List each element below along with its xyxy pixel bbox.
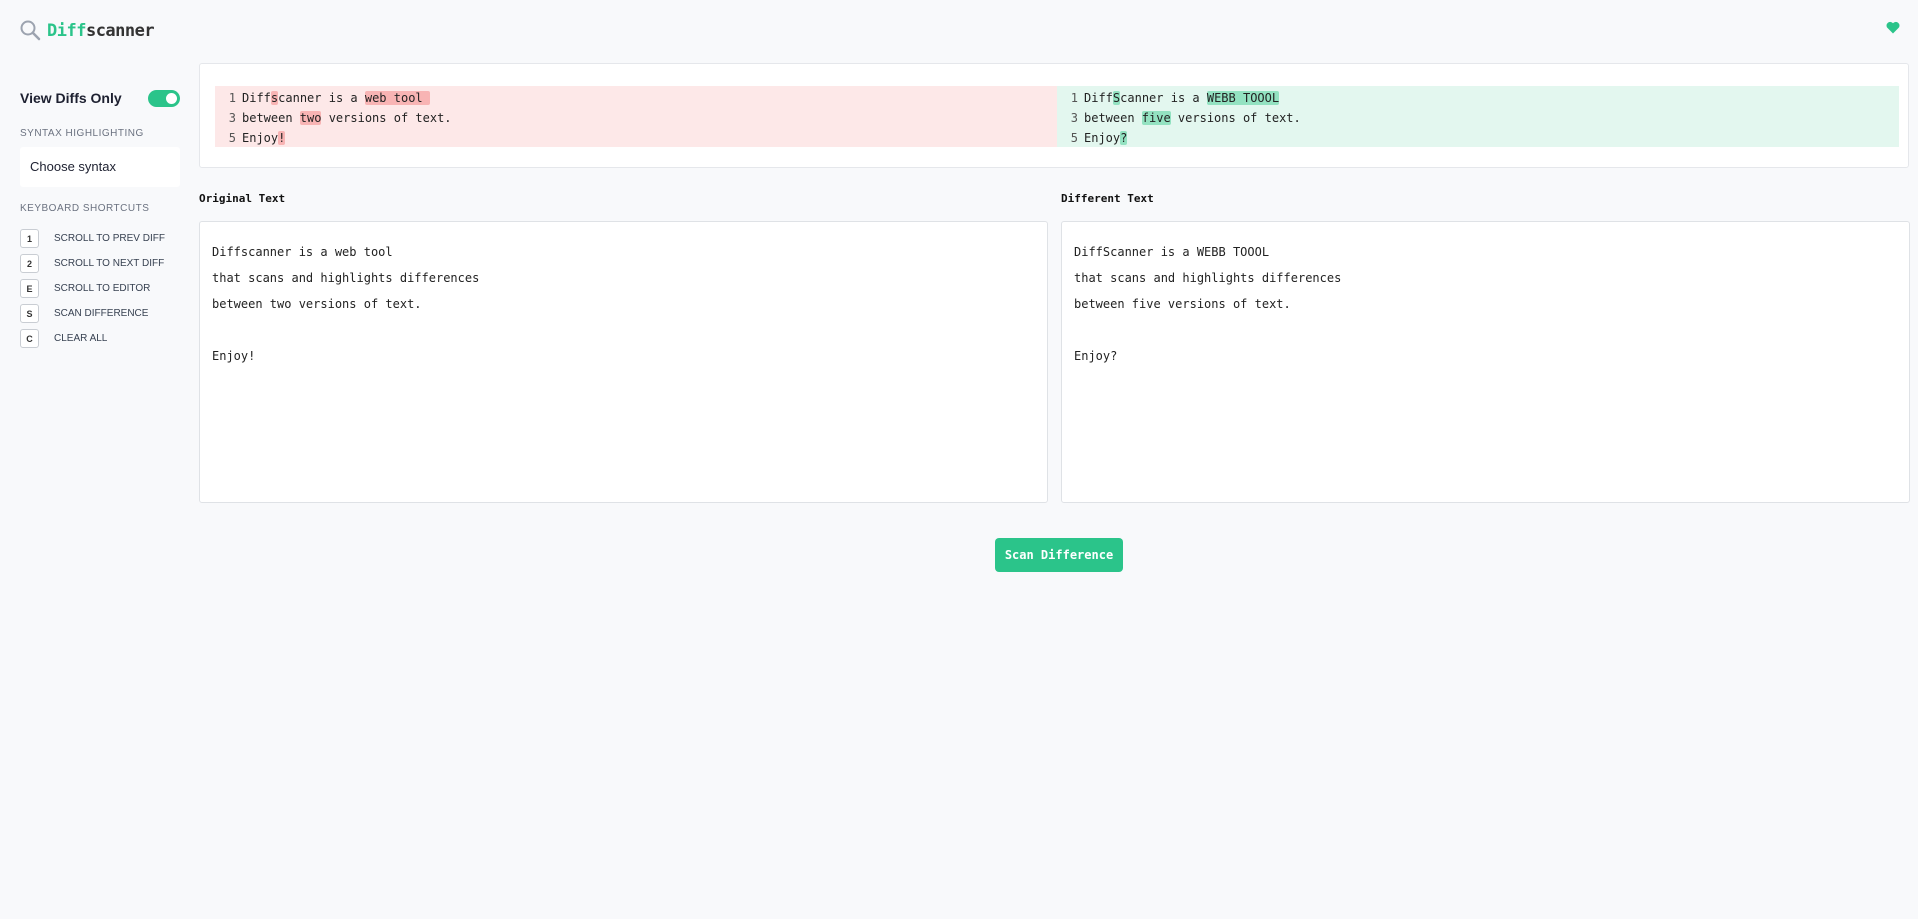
shortcuts-list: 1 SCROLL TO PREV DIFF 2 SCROLL TO NEXT D… <box>20 226 180 351</box>
diff-line: 5 Enjoy! <box>215 128 1057 148</box>
shortcut-label: SCROLL TO EDITOR <box>54 283 151 294</box>
diff-line-text: Enjoy? <box>1084 128 1128 148</box>
shortcut-next-diff: 2 SCROLL TO NEXT DIFF <box>20 251 180 276</box>
diff-line: 1 DiffScanner is a WEBB TOOOL <box>1057 88 1899 108</box>
diff-line: 5 Enjoy? <box>1057 128 1899 148</box>
shortcut-prev-diff: 1 SCROLL TO PREV DIFF <box>20 226 180 251</box>
line-number: 3 <box>228 111 236 125</box>
editor-line: between five versions of text. <box>1074 297 1291 311</box>
different-text-label: Different Text <box>1061 192 1154 205</box>
header: Diffscanner <box>0 0 1918 62</box>
shortcut-key: 1 <box>20 229 39 248</box>
text-segment: between <box>242 111 300 125</box>
editor-line: Enjoy! <box>212 349 256 363</box>
diff-line: 3 between five versions of text. <box>1057 108 1899 128</box>
shortcut-key: E <box>20 279 39 298</box>
line-number: 3 <box>1070 111 1078 125</box>
scan-difference-button[interactable]: Scan Difference <box>995 538 1123 572</box>
shortcut-key: C <box>20 329 39 348</box>
diff-line-text: Enjoy! <box>242 128 286 148</box>
diff-different-side: 1 DiffScanner is a WEBB TOOOL 3 between fiv… <box>1057 86 1899 147</box>
editor-line: DiffScanner is a WEBB TOOOL <box>1074 245 1270 259</box>
view-diffs-label: View Diffs Only <box>20 90 122 106</box>
diff-line-text: DiffScanner is a WEBB TOOOL <box>1084 88 1280 108</box>
editor-line: Diffscanner is a web tool <box>212 245 393 259</box>
editor-line: Enjoy? <box>1074 349 1118 363</box>
sidebar: View Diffs Only SYNTAX HIGHLIGHTING Choo… <box>20 84 180 351</box>
heart-icon[interactable] <box>1886 21 1900 39</box>
text-segment: canner is a <box>278 91 365 105</box>
deleted-segment: web tool <box>364 91 430 105</box>
deleted-segment: two <box>299 111 322 125</box>
logo-diff: Diff <box>47 20 86 41</box>
toggle-knob <box>166 92 177 104</box>
text-segment: Enjoy <box>1084 131 1121 145</box>
deleted-segment: ! <box>278 131 286 145</box>
text-segment: Diff <box>1084 91 1113 105</box>
diff-result-panel: 1 Diffscanner is a web tool 3 between two … <box>199 63 1909 168</box>
added-segment: five <box>1141 111 1171 125</box>
shortcut-label: SCAN DIFFERENCE <box>54 308 149 319</box>
added-segment: ? <box>1120 131 1128 145</box>
shortcuts-section-title: KEYBOARD SHORTCUTS <box>20 203 150 214</box>
diff-line: 1 Diffscanner is a web tool <box>215 88 1057 108</box>
logo-scanner: scanner <box>85 20 155 41</box>
shortcut-key: S <box>20 304 39 323</box>
logo-text: Diffscanner <box>47 20 155 41</box>
text-segment: versions of text. <box>1170 111 1301 125</box>
line-number: 5 <box>1070 131 1078 145</box>
diff-line-text: Diffscanner is a web tool <box>242 88 430 108</box>
magnifier-icon <box>20 20 41 41</box>
different-text-editor[interactable]: DiffScanner is a WEBB TOOOL that scans an… <box>1061 221 1910 503</box>
diff-line: 3 between two versions of text. <box>215 108 1057 128</box>
editor-line: that scans and highlights differences <box>212 271 480 285</box>
view-diffs-row: View Diffs Only <box>20 84 180 112</box>
syntax-section-title: SYNTAX HIGHLIGHTING <box>20 128 144 139</box>
line-number: 1 <box>1070 91 1078 105</box>
text-segment: versions of text. <box>321 111 452 125</box>
original-text-label: Original Text <box>199 192 286 205</box>
editor-line: between two versions of text. <box>212 297 422 311</box>
text-segment: between <box>1084 111 1142 125</box>
text-segment: Diff <box>242 91 271 105</box>
line-number: 5 <box>228 131 236 145</box>
shortcut-editor: E SCROLL TO EDITOR <box>20 276 180 301</box>
logo[interactable]: Diffscanner <box>20 20 155 41</box>
diff-line-text: between two versions of text. <box>242 108 452 128</box>
shortcut-scan: S SCAN DIFFERENCE <box>20 301 180 326</box>
line-number: 1 <box>228 91 236 105</box>
shortcut-label: SCROLL TO NEXT DIFF <box>54 258 165 269</box>
view-diffs-toggle[interactable] <box>148 89 180 107</box>
shortcut-label: SCROLL TO PREV DIFF <box>54 233 165 244</box>
added-segment: WEBB TOOOL <box>1206 91 1280 105</box>
diff-line-text: between five versions of text. <box>1084 108 1301 128</box>
text-segment: canner is a <box>1120 91 1207 105</box>
shortcut-key: 2 <box>20 254 39 273</box>
syntax-select[interactable]: Choose syntax <box>20 147 180 187</box>
editor-line: that scans and highlights differences <box>1074 271 1342 285</box>
shortcut-label: CLEAR ALL <box>54 333 108 344</box>
shortcut-clear: C CLEAR ALL <box>20 326 180 351</box>
diff-original-side: 1 Diffscanner is a web tool 3 between two … <box>215 86 1057 147</box>
text-segment: Enjoy <box>242 131 279 145</box>
original-text-editor[interactable]: Diffscanner is a web tool that scans and … <box>199 221 1048 503</box>
